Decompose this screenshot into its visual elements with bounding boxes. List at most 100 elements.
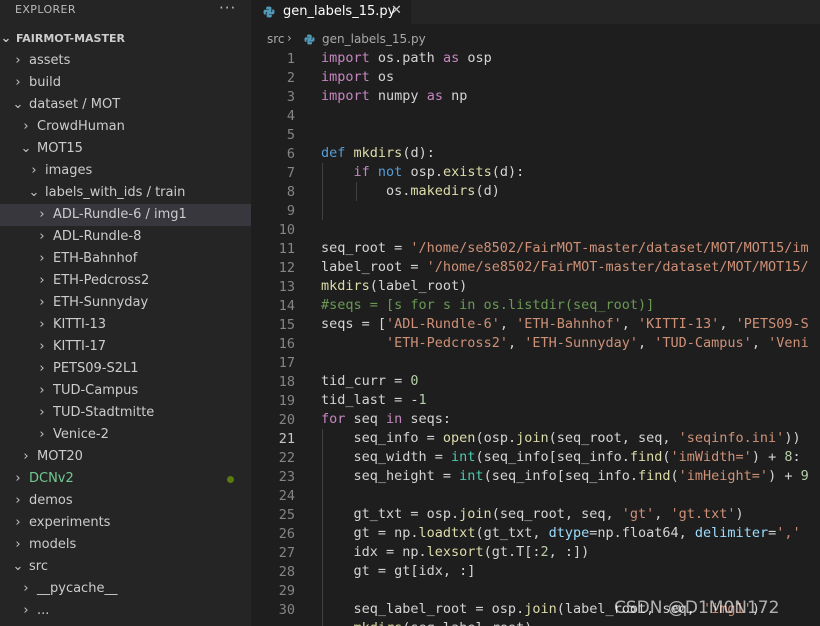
tree-item-dataset-mot[interactable]: ⌄ dataset / MOT	[0, 94, 251, 116]
tree-item-src[interactable]: ⌄ src	[0, 556, 251, 578]
code-line: 7 if not osp.exists(d):	[286, 164, 525, 181]
chevron-down-icon: ⌄	[12, 559, 24, 574]
editor-pane: gen_labels_15.py ✕ src › gen_labels_15.p…	[251, 0, 820, 626]
tree-item-demos[interactable]: › demos	[0, 490, 251, 512]
code-line: 27 idx = np.lexsort(gt.T[:2, :])	[278, 544, 590, 561]
code-line: 2 import os	[286, 69, 395, 86]
modified-dot-icon	[227, 476, 234, 483]
csdn-watermark: CSDN @D1M0N172	[614, 598, 780, 618]
tree-item-tud-campus[interactable]: › TUD-Campus	[0, 380, 251, 402]
tree-item-label: KITTI-17	[53, 339, 107, 354]
code-line: 13 mkdirs(label_root)	[278, 278, 468, 295]
code-line: 19 tid_last = -1	[278, 392, 427, 409]
code-line: 9	[286, 203, 295, 219]
tree-item-tud-stadtmitte[interactable]: › TUD-Stadtmitte	[0, 402, 251, 424]
tree-item-label: ADL-Rundle-8	[53, 229, 142, 244]
tree-item-venice-2[interactable]: › Venice-2	[0, 424, 251, 446]
code-line: 28 gt = gt[idx, :]	[278, 563, 476, 580]
code-line: 10	[278, 222, 295, 238]
chevron-right-icon: ›	[23, 119, 29, 134]
tree-item-pycache[interactable]: › __pycache__	[0, 578, 251, 600]
code-line: 24	[278, 488, 295, 504]
tree-item-label: src	[29, 559, 48, 574]
breadcrumb: src › gen_labels_15.py	[251, 30, 820, 50]
chevron-right-icon: ›	[287, 31, 292, 45]
chevron-down-icon: ⌄	[28, 185, 40, 200]
chevron-right-icon: ›	[15, 515, 21, 530]
tab-label: gen_labels_15.py	[283, 4, 396, 19]
explorer-header: EXPLORER ···	[0, 0, 251, 22]
tree-item-label: dataset / MOT	[29, 97, 121, 112]
tree-item-label: models	[29, 537, 77, 552]
breadcrumb-folder[interactable]: src	[267, 32, 285, 46]
code-line: 6 def mkdirs(d):	[286, 145, 435, 162]
tree-item-label: ADL-Rundle-6 / img1	[53, 207, 187, 222]
tree-item-label: KITTI-13	[53, 317, 107, 332]
tree-item-label: TUD-Stadtmitte	[53, 405, 155, 420]
tree-item-adl-rundle-6[interactable]: › ADL-Rundle-6 / img1	[0, 204, 251, 226]
chevron-down-icon: ⌄	[20, 141, 32, 156]
chevron-right-icon: ›	[23, 581, 29, 596]
tree-item-eth-bahnhof[interactable]: › ETH-Bahnhof	[0, 248, 251, 270]
more-actions-icon[interactable]: ···	[219, 0, 236, 17]
chevron-right-icon: ›	[39, 251, 45, 266]
code-line: 5	[286, 127, 295, 143]
root-folder-label: FAIRMOT-MASTER	[16, 32, 125, 45]
tree-item-experiments[interactable]: › experiments	[0, 512, 251, 534]
code-line: 26 gt = np.loadtxt(gt_txt, dtype=np.floa…	[278, 525, 801, 542]
chevron-right-icon: ›	[39, 361, 45, 376]
chevron-right-icon: ›	[15, 471, 21, 486]
tree-item-label: build	[29, 75, 61, 90]
chevron-down-icon: ⌄	[0, 31, 12, 46]
tree-item-more[interactable]: › ...	[0, 600, 251, 622]
tree-item-label: ETH-Bahnhof	[53, 251, 138, 266]
tree-item-kitti-13[interactable]: › KITTI-13	[0, 314, 251, 336]
code-line: 1 import os.path as osp	[286, 50, 492, 67]
tab-bar: gen_labels_15.py ✕	[251, 0, 820, 24]
code-line: 12 label_root = '/home/se8502/FairMOT-mas…	[278, 259, 809, 276]
tree-item-mot15[interactable]: ⌄ MOT15	[0, 138, 251, 160]
tree-item-pets09-s2l1[interactable]: › PETS09-S2L1	[0, 358, 251, 380]
tree-item-assets[interactable]: › assets	[0, 50, 251, 72]
code-line: 16 'ETH-Pedcross2', 'ETH-Sunnyday', 'TUD…	[278, 335, 809, 352]
close-icon[interactable]: ✕	[391, 3, 402, 18]
tree-item-images[interactable]: › images	[0, 160, 251, 182]
tree-item-label: CrowdHuman	[37, 119, 125, 134]
tree-item-label: TUD-Campus	[53, 383, 139, 398]
tree-item-adl-rundle-8[interactable]: › ADL-Rundle-8	[0, 226, 251, 248]
code-line: 4	[286, 108, 295, 124]
tree-item-kitti-17[interactable]: › KITTI-17	[0, 336, 251, 358]
tree-item-label: ETH-Sunnyday	[53, 295, 149, 310]
chevron-right-icon: ›	[15, 537, 21, 552]
tree-item-mot20[interactable]: › MOT20	[0, 446, 251, 468]
code-line: 3 import numpy as np	[286, 88, 468, 105]
breadcrumb-file[interactable]: gen_labels_15.py	[322, 32, 426, 46]
chevron-down-icon: ⌄	[12, 97, 24, 112]
chevron-right-icon: ›	[23, 449, 29, 464]
tree-item-label: __pycache__	[37, 581, 118, 596]
code-line: 15 seqs = ['ADL-Rundle-6', 'ETH-Bahnhof',…	[278, 316, 809, 333]
root-folder[interactable]: ⌄ FAIRMOT-MASTER	[0, 28, 251, 50]
tree-item-label: MOT20	[37, 449, 83, 464]
code-line: 18 tid_curr = 0	[278, 373, 419, 390]
tree-item-eth-sunnyday[interactable]: › ETH-Sunnyday	[0, 292, 251, 314]
chevron-right-icon: ›	[39, 229, 45, 244]
chevron-right-icon: ›	[39, 295, 45, 310]
chevron-right-icon: ›	[39, 383, 45, 398]
tree-item-label: labels_with_ids / train	[45, 185, 186, 200]
tree-item-label: MOT15	[37, 141, 83, 156]
code-line: 11 seq_root = '/home/se8502/FairMOT-maste…	[278, 240, 809, 257]
tree-item-label: DCNv2	[29, 471, 74, 486]
tree-item-dcnv2[interactable]: › DCNv2	[0, 468, 251, 490]
tree-item-eth-pedcross2[interactable]: › ETH-Pedcross2	[0, 270, 251, 292]
python-file-icon	[304, 34, 315, 45]
tree-item-models[interactable]: › models	[0, 534, 251, 556]
code-line: mkdirs(seq_label_root)	[251, 619, 820, 626]
tree-item-labels-with-ids[interactable]: ⌄ labels_with_ids / train	[0, 182, 251, 204]
tab-gen-labels[interactable]: gen_labels_15.py ✕	[251, 0, 411, 24]
tree-item-build[interactable]: › build	[0, 72, 251, 94]
chevron-right-icon: ›	[39, 317, 45, 332]
tree-item-crowdhuman[interactable]: › CrowdHuman	[0, 116, 251, 138]
chevron-right-icon: ›	[39, 427, 45, 442]
chevron-right-icon: ›	[15, 53, 21, 68]
